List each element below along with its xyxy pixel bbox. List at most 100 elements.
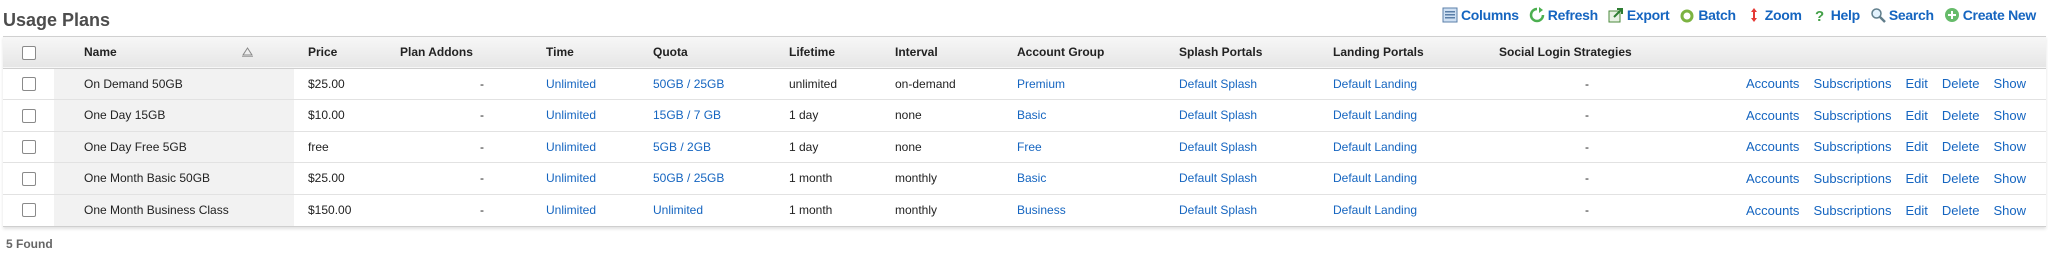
plan-lifetime: 1 day bbox=[789, 139, 819, 154]
plan-account-group-cell: Free bbox=[1011, 131, 1173, 163]
column-header-name[interactable]: Name bbox=[54, 37, 294, 68]
plan-interval: on-demand bbox=[895, 76, 956, 91]
action-show-link[interactable]: Show bbox=[1993, 139, 2026, 154]
action-delete-link[interactable]: Delete bbox=[1942, 203, 1980, 218]
action-show-link[interactable]: Show bbox=[1993, 76, 2026, 91]
action-delete-link[interactable]: Delete bbox=[1942, 76, 1980, 91]
plan-time-cell: Unlimited bbox=[540, 100, 647, 132]
row-checkbox[interactable] bbox=[21, 171, 36, 186]
usage-plans-grid: Name Price Plan Addons Time Quota Lifeti… bbox=[3, 36, 2046, 227]
zoom-label: Zoom bbox=[1764, 7, 1802, 23]
plan-landing-link[interactable]: Default Landing bbox=[1333, 108, 1417, 122]
action-delete-link[interactable]: Delete bbox=[1942, 171, 1980, 186]
plan-splash-link[interactable]: Default Splash bbox=[1179, 140, 1257, 154]
column-header-social-login[interactable]: Social Login Strategies bbox=[1493, 37, 1714, 68]
plan-landing-link[interactable]: Default Landing bbox=[1333, 171, 1417, 185]
create-new-button[interactable]: Create New bbox=[1944, 7, 2036, 23]
action-subscriptions-link[interactable]: Subscriptions bbox=[1813, 171, 1891, 186]
columns-button[interactable]: Columns bbox=[1442, 7, 1519, 23]
table-row[interactable]: One Month Basic 50GB $25.00 - Unlimited 50GB… bbox=[3, 162, 2046, 195]
action-edit-link[interactable]: Edit bbox=[1905, 203, 1927, 218]
column-header-landing-portals[interactable]: Landing Portals bbox=[1327, 37, 1493, 68]
action-show-link[interactable]: Show bbox=[1993, 171, 2026, 186]
column-header-time[interactable]: Time bbox=[540, 37, 647, 68]
refresh-button[interactable]: Refresh bbox=[1529, 7, 1598, 23]
action-accounts-link[interactable]: Accounts bbox=[1746, 203, 1799, 218]
plan-splash-link[interactable]: Default Splash bbox=[1179, 171, 1257, 185]
row-checkbox[interactable] bbox=[21, 77, 36, 92]
plan-quota-cell: 50GB / 25GB bbox=[647, 68, 783, 100]
plan-landing-link[interactable]: Default Landing bbox=[1333, 203, 1417, 217]
search-button[interactable]: Search bbox=[1870, 7, 1934, 23]
row-checkbox[interactable] bbox=[21, 108, 36, 123]
action-edit-link[interactable]: Edit bbox=[1905, 76, 1927, 91]
plan-account-group-link[interactable]: Basic bbox=[1017, 108, 1046, 122]
export-button[interactable]: Export bbox=[1608, 7, 1670, 23]
plan-account-group-link[interactable]: Business bbox=[1017, 203, 1066, 217]
plan-account-group-link[interactable]: Basic bbox=[1017, 171, 1046, 185]
plan-time-link[interactable]: Unlimited bbox=[546, 108, 596, 122]
table-row[interactable]: One Month Business Class $150.00 - Unlimite… bbox=[3, 194, 2046, 226]
plan-account-group-cell: Basic bbox=[1011, 163, 1173, 195]
select-all-checkbox[interactable] bbox=[21, 45, 36, 60]
action-accounts-link[interactable]: Accounts bbox=[1746, 76, 1799, 91]
action-accounts-link[interactable]: Accounts bbox=[1746, 139, 1799, 154]
plan-splash-link[interactable]: Default Splash bbox=[1179, 77, 1257, 91]
action-subscriptions-link[interactable]: Subscriptions bbox=[1813, 76, 1891, 91]
action-delete-link[interactable]: Delete bbox=[1942, 108, 1980, 123]
plan-quota-link[interactable]: 5GB / 2GB bbox=[653, 140, 711, 154]
row-actions: Accounts Subscriptions Edit Delete Show bbox=[1714, 163, 2046, 195]
row-checkbox[interactable] bbox=[21, 203, 36, 218]
row-checkbox[interactable] bbox=[21, 140, 36, 155]
plan-splash-link[interactable]: Default Splash bbox=[1179, 108, 1257, 122]
zoom-icon bbox=[1750, 8, 1757, 22]
action-edit-link[interactable]: Edit bbox=[1905, 108, 1927, 123]
plan-splash-link[interactable]: Default Splash bbox=[1179, 203, 1257, 217]
toolbar: Columns Refresh Export Batch Zoom ? Help… bbox=[1442, 7, 2036, 23]
column-header-price[interactable]: Price bbox=[294, 37, 394, 68]
column-header-quota[interactable]: Quota bbox=[647, 37, 783, 68]
column-header-lifetime[interactable]: Lifetime bbox=[783, 37, 889, 68]
table-row[interactable]: One Day 15GB $10.00 - Unlimited 15GB / 7 GB 1… bbox=[3, 99, 2046, 132]
plan-landing-cell: Default Landing bbox=[1327, 68, 1493, 100]
plan-time-link[interactable]: Unlimited bbox=[546, 140, 596, 154]
plan-price: $150.00 bbox=[308, 203, 352, 217]
table-row[interactable]: One Day Free 5GB free - Unlimited 5GB / 2GB 1… bbox=[3, 131, 2046, 163]
plan-quota-link[interactable]: Unlimited bbox=[653, 203, 703, 217]
zoom-button[interactable]: Zoom bbox=[1746, 7, 1802, 23]
column-header-name-label: Name bbox=[84, 45, 117, 60]
plan-landing-link[interactable]: Default Landing bbox=[1333, 140, 1417, 154]
plan-quota-cell: Unlimited bbox=[647, 194, 783, 226]
export-icon bbox=[1608, 8, 1623, 23]
action-subscriptions-link[interactable]: Subscriptions bbox=[1813, 139, 1891, 154]
plan-social-login: - bbox=[1585, 76, 1589, 91]
column-header-account-group[interactable]: Account Group bbox=[1011, 37, 1173, 68]
action-subscriptions-link[interactable]: Subscriptions bbox=[1813, 108, 1891, 123]
action-accounts-link[interactable]: Accounts bbox=[1746, 171, 1799, 186]
table-row[interactable]: On Demand 50GB $25.00 - Unlimited 50GB / 25G… bbox=[3, 68, 2046, 100]
plan-account-group-link[interactable]: Free bbox=[1017, 140, 1042, 154]
batch-button[interactable]: Batch bbox=[1679, 7, 1736, 23]
column-header-interval[interactable]: Interval bbox=[889, 37, 1011, 68]
plan-quota-link[interactable]: 50GB / 25GB bbox=[653, 77, 724, 91]
action-subscriptions-link[interactable]: Subscriptions bbox=[1813, 203, 1891, 218]
action-edit-link[interactable]: Edit bbox=[1905, 139, 1927, 154]
action-edit-link[interactable]: Edit bbox=[1905, 171, 1927, 186]
plan-landing-link[interactable]: Default Landing bbox=[1333, 77, 1417, 91]
plan-time-link[interactable]: Unlimited bbox=[546, 171, 596, 185]
plan-addons: - bbox=[480, 108, 484, 123]
action-show-link[interactable]: Show bbox=[1993, 203, 2026, 218]
action-show-link[interactable]: Show bbox=[1993, 108, 2026, 123]
column-header-splash-portals[interactable]: Splash Portals bbox=[1173, 37, 1327, 68]
plan-price: $10.00 bbox=[308, 108, 345, 123]
plan-quota-link[interactable]: 15GB / 7 GB bbox=[653, 108, 721, 122]
plan-time-link[interactable]: Unlimited bbox=[546, 77, 596, 91]
plan-quota-link[interactable]: 50GB / 25GB bbox=[653, 171, 724, 185]
action-delete-link[interactable]: Delete bbox=[1942, 139, 1980, 154]
column-header-plan-addons[interactable]: Plan Addons bbox=[394, 37, 540, 68]
plan-account-group-link[interactable]: Premium bbox=[1017, 77, 1065, 91]
action-accounts-link[interactable]: Accounts bbox=[1746, 108, 1799, 123]
help-button[interactable]: ? Help bbox=[1812, 7, 1860, 23]
plan-time-link[interactable]: Unlimited bbox=[546, 203, 596, 217]
plan-lifetime: 1 day bbox=[789, 108, 819, 123]
